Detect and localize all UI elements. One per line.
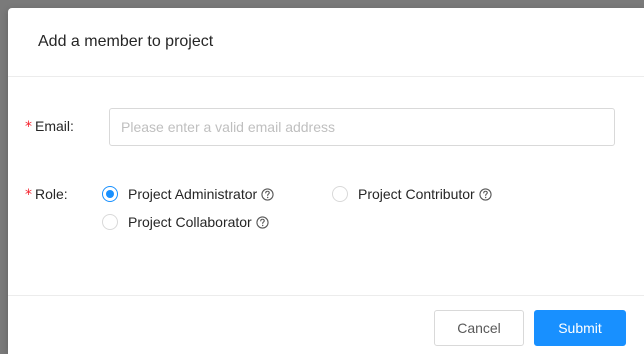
role-option-project-contributor[interactable]: Project Contributor — [332, 186, 492, 202]
email-input[interactable] — [109, 108, 615, 146]
question-circle-icon[interactable] — [479, 187, 492, 201]
email-label-separator: : — [70, 118, 74, 134]
dialog-header: Add a member to project — [8, 8, 644, 77]
role-option-label: Project Contributor — [358, 186, 475, 202]
submit-button[interactable]: Submit — [534, 310, 626, 346]
role-option-project-collaborator[interactable]: Project Collaborator — [102, 214, 269, 230]
role-option-label: Project Administrator — [128, 186, 258, 202]
role-option-project-administrator[interactable]: Project Administrator — [102, 186, 274, 202]
question-circle-icon[interactable] — [256, 215, 269, 229]
role-required-mark: * — [25, 187, 32, 203]
question-circle-icon[interactable] — [261, 187, 274, 201]
radio-checked-icon[interactable] — [102, 186, 118, 202]
add-member-dialog: Add a member to project *Email: *Role: P… — [8, 8, 644, 354]
email-label-text: Email — [35, 118, 71, 134]
email-required-mark: * — [25, 119, 32, 135]
radio-unchecked-icon[interactable] — [102, 214, 118, 230]
cancel-button[interactable]: Cancel — [434, 310, 524, 346]
role-label-text: Role — [35, 186, 64, 202]
dialog-footer: Cancel Submit — [8, 295, 644, 354]
dialog-title: Add a member to project — [38, 33, 214, 50]
email-label: * Email: — [25, 118, 74, 135]
role-label: * Role: — [25, 186, 68, 203]
radio-unchecked-icon[interactable] — [332, 186, 348, 202]
role-option-label: Project Collaborator — [128, 214, 252, 230]
role-label-separator: : — [63, 186, 68, 202]
